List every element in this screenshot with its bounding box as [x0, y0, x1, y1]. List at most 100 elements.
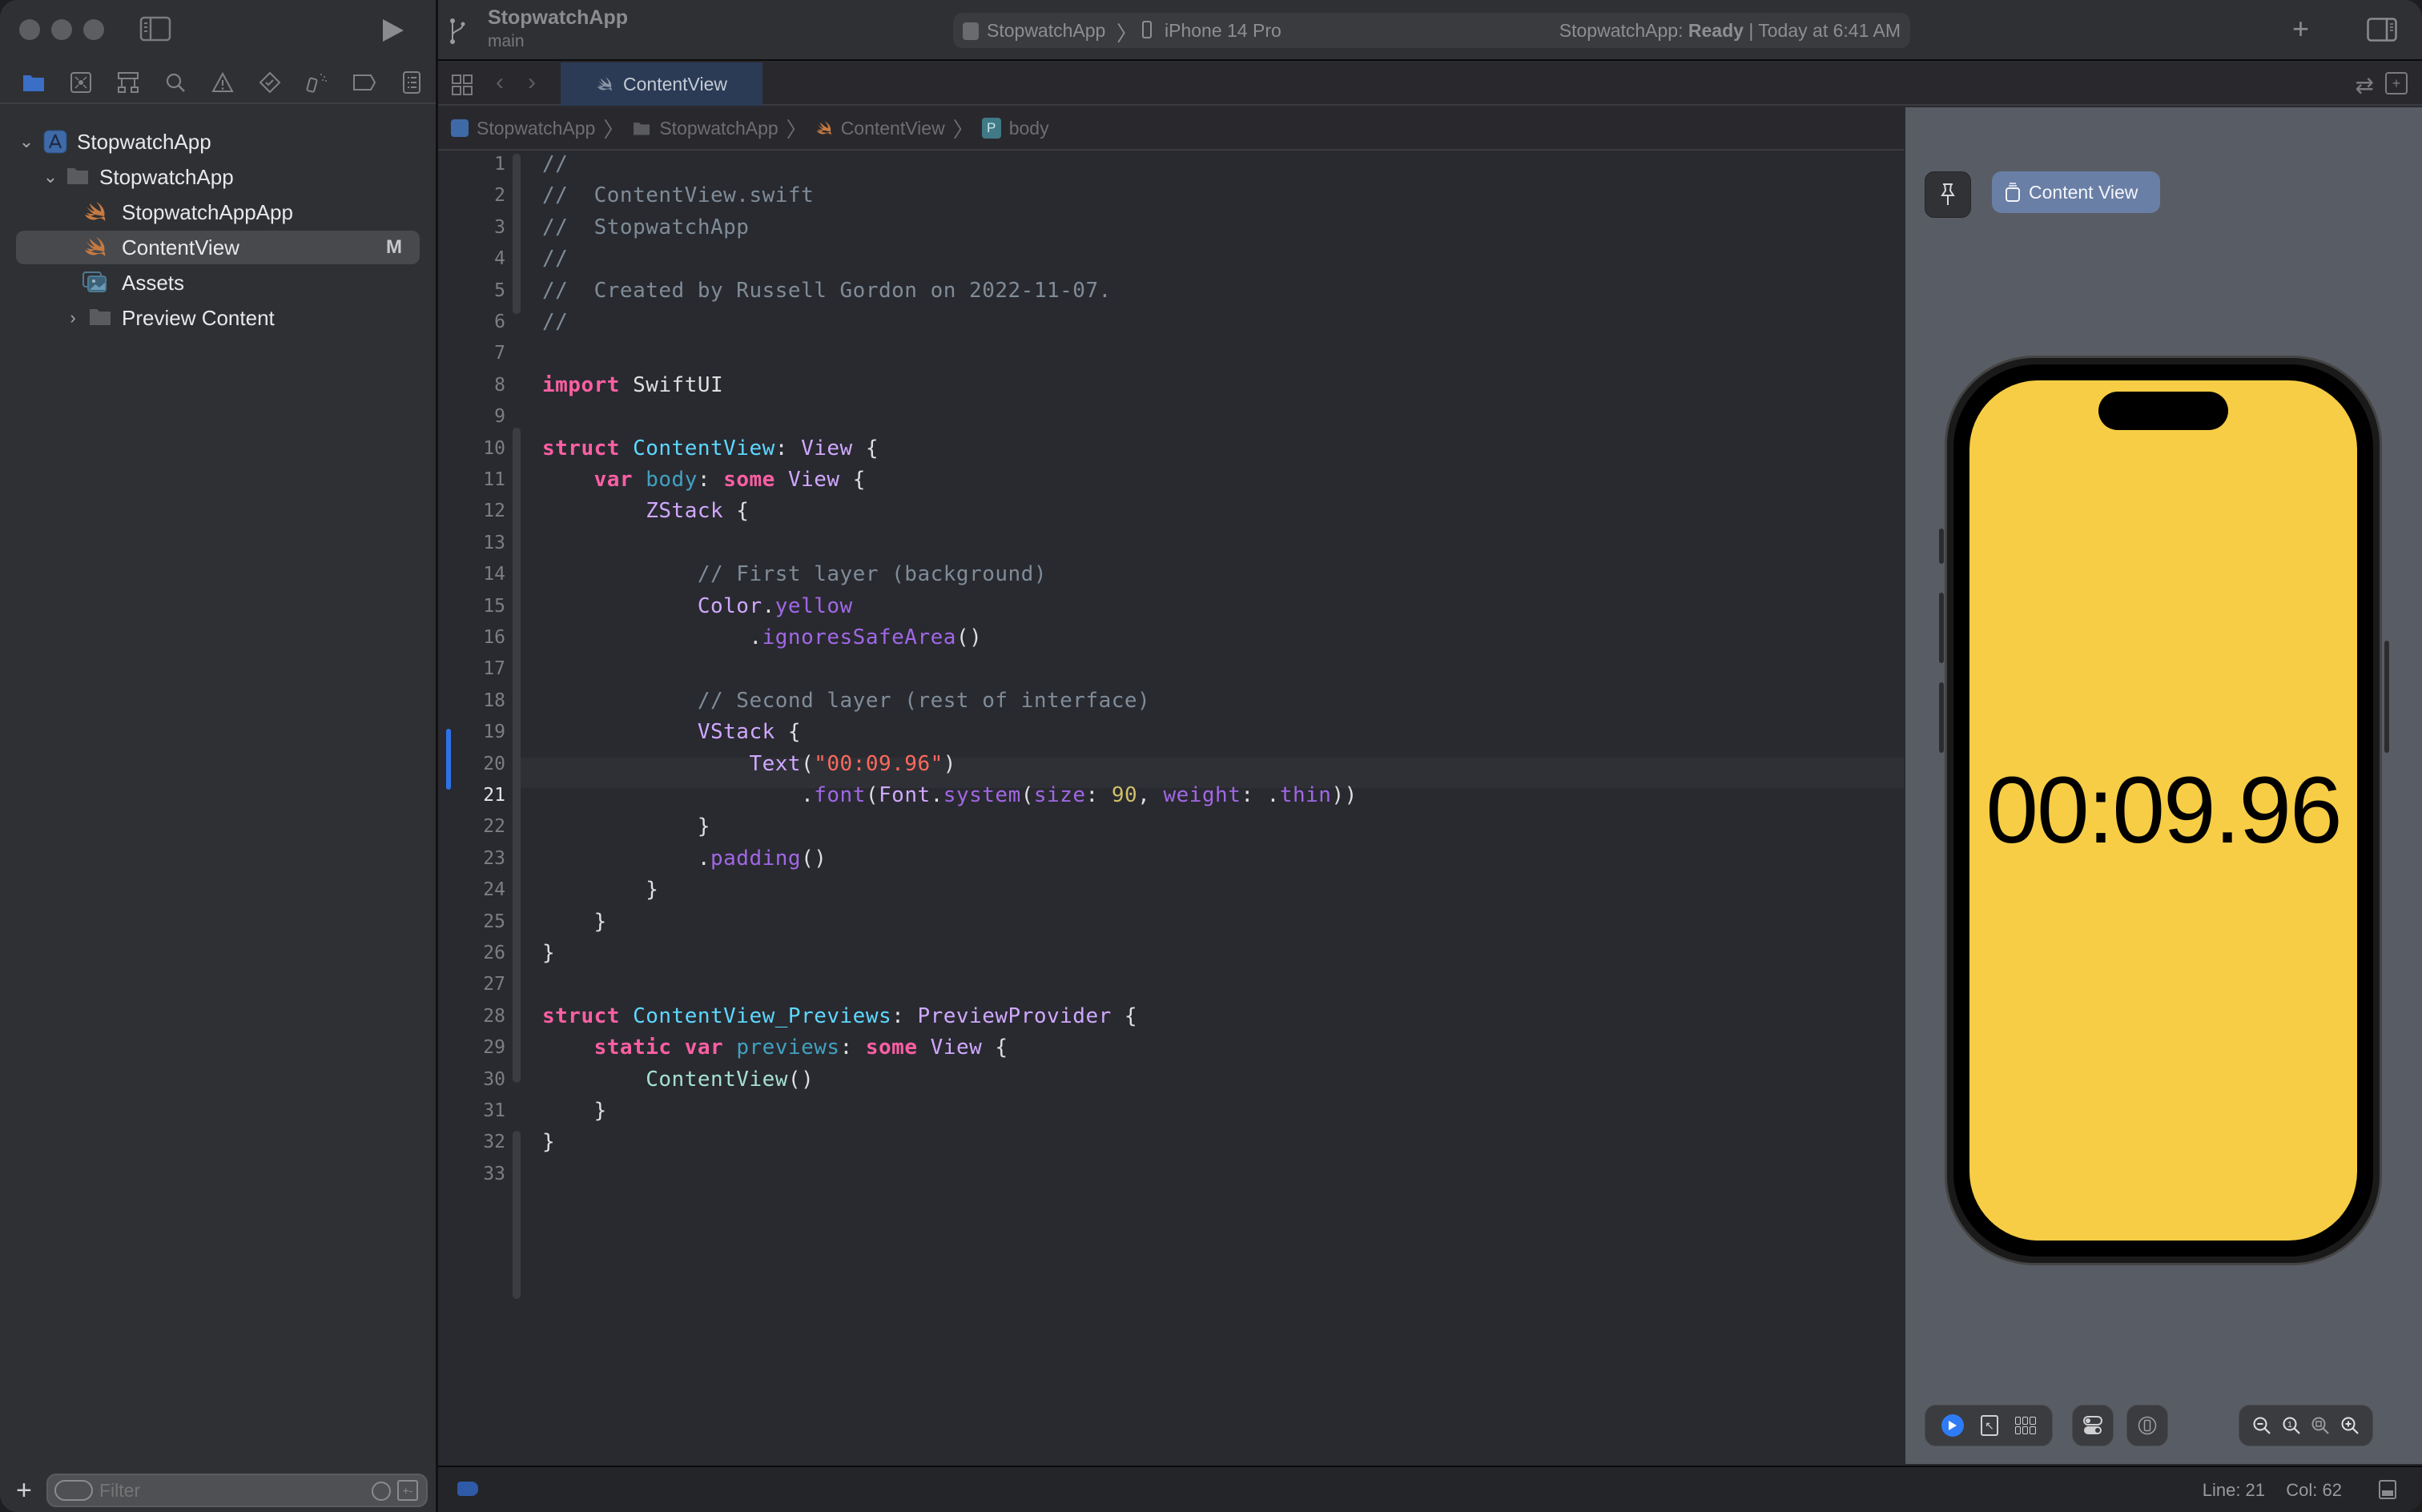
line-number[interactable]: 18 [438, 690, 505, 711]
debug-navigator-icon[interactable] [294, 62, 341, 103]
line-number[interactable]: 30 [438, 1069, 505, 1090]
zoom-in-icon[interactable] [2340, 1416, 2360, 1435]
line-number[interactable]: 27 [438, 974, 505, 995]
code-fold-ribbon[interactable] [513, 1131, 521, 1299]
filter-options-icon[interactable] [54, 1480, 93, 1501]
code-line[interactable]: import SwiftUI [542, 373, 723, 397]
library-add-button[interactable]: + [2292, 14, 2309, 43]
chevron-down-icon[interactable]: ⌄ [42, 167, 59, 187]
test-navigator-icon[interactable] [247, 62, 294, 103]
line-number[interactable]: 8 [438, 375, 505, 396]
line-number[interactable]: 28 [438, 1006, 505, 1027]
back-button[interactable]: ‹ [496, 69, 504, 96]
chevron-right-icon[interactable]: › [64, 308, 82, 328]
tab-contentview[interactable]: ContentView [561, 62, 762, 106]
code-line[interactable]: ZStack { [542, 499, 749, 523]
code-line[interactable]: // [542, 310, 568, 334]
run-button[interactable] [381, 18, 405, 43]
tree-item-project[interactable]: ⌄ StopwatchApp [16, 125, 420, 159]
code-fold-ribbon[interactable] [513, 154, 521, 314]
code-line[interactable]: } [542, 814, 710, 838]
jump-bar-symbol[interactable]: P body [981, 118, 1049, 139]
jump-bar-group[interactable]: StopwatchApp [632, 118, 778, 139]
variants-button[interactable] [2014, 1417, 2036, 1434]
code-line[interactable]: Text("00:09.96") [542, 752, 956, 776]
line-number[interactable]: 21 [438, 785, 505, 806]
source-control-filter-icon[interactable]: +- [397, 1480, 418, 1501]
source-editor[interactable]: 1 2 3 4 5 6 7 8 9 10 11 12 13 14 15 16 17 18 19 20 21 22 23 24 2… [438, 151, 1904, 1464]
code-line[interactable]: // StopwatchApp [542, 215, 749, 239]
line-number[interactable]: 17 [438, 658, 505, 679]
close-window-button[interactable] [19, 19, 40, 40]
code-line[interactable]: .padding() [542, 846, 827, 871]
debug-area-breakpoint-icon[interactable] [457, 1482, 478, 1496]
chevron-down-icon[interactable]: ⌄ [18, 131, 35, 151]
branch-name[interactable]: main [488, 32, 525, 51]
line-number[interactable]: 15 [438, 596, 505, 617]
add-editor-icon[interactable]: + [2385, 72, 2408, 94]
line-number[interactable]: 24 [438, 879, 505, 900]
symbol-navigator-icon[interactable] [104, 62, 151, 103]
code-line[interactable]: VStack { [542, 720, 801, 744]
line-number[interactable]: 22 [438, 816, 505, 837]
code-line[interactable]: // First layer (background) [542, 562, 1047, 586]
device-screen[interactable]: 00:09.96 [1969, 380, 2357, 1241]
selectable-mode-button[interactable]: ↖ [1980, 1415, 1998, 1436]
tree-item-file[interactable]: StopwatchAppApp [16, 195, 420, 229]
destination-selector[interactable]: iPhone 14 Pro [1165, 20, 1281, 42]
line-number[interactable]: 33 [438, 1164, 505, 1184]
report-navigator-icon[interactable] [388, 62, 436, 103]
code-line[interactable]: // ContentView.swift [542, 183, 814, 207]
toggle-navigator-icon[interactable] [139, 16, 171, 42]
tree-item-group[interactable]: ⌄ StopwatchApp [16, 160, 420, 194]
content-view-preview-button[interactable]: Content View [1992, 171, 2160, 213]
scheme-selector[interactable]: StopwatchApp [987, 20, 1105, 42]
recent-files-icon[interactable] [372, 1482, 391, 1501]
tree-item-group[interactable]: › Preview Content [16, 301, 420, 335]
tree-item-file-selected[interactable]: ContentView M [16, 231, 420, 264]
breakpoint-navigator-icon[interactable] [341, 62, 388, 103]
zoom-to-fit-icon[interactable] [2311, 1416, 2330, 1435]
editor-options-icon[interactable]: ⇄ [2356, 72, 2374, 99]
minimize-window-button[interactable] [51, 19, 72, 40]
line-number[interactable]: 20 [438, 754, 505, 774]
line-number[interactable]: 7 [438, 343, 505, 364]
line-number[interactable]: 2 [438, 185, 505, 206]
code-line[interactable]: var body: some View { [542, 468, 866, 492]
filter-input[interactable] [99, 1478, 340, 1502]
line-number[interactable]: 31 [438, 1100, 505, 1121]
line-number[interactable]: 16 [438, 627, 505, 648]
line-number[interactable]: 5 [438, 280, 505, 301]
project-navigator-icon[interactable] [10, 62, 57, 103]
zoom-actual-size-icon[interactable]: 1 [2282, 1416, 2301, 1435]
code-line[interactable]: // Second layer (rest of interface) [542, 689, 1150, 713]
jump-bar-project[interactable]: StopwatchApp [451, 118, 595, 139]
line-number[interactable]: 29 [438, 1037, 505, 1058]
line-number[interactable]: 11 [438, 469, 505, 490]
forward-button[interactable]: › [528, 69, 536, 96]
line-number[interactable]: 6 [438, 312, 505, 332]
code-line[interactable]: Color.yellow [542, 594, 853, 618]
device-settings-button[interactable] [2072, 1405, 2114, 1446]
source-control-icon[interactable] [57, 62, 104, 103]
code-fold-ribbon[interactable] [513, 428, 521, 1083]
code-line[interactable]: struct ContentView_Previews: PreviewProv… [542, 1004, 1137, 1028]
zoom-window-button[interactable] [83, 19, 104, 40]
line-number[interactable]: 26 [438, 943, 505, 963]
code-line[interactable]: } [542, 1130, 555, 1154]
tree-item-assets[interactable]: Assets [16, 266, 420, 300]
line-number[interactable]: 14 [438, 564, 505, 585]
code-line[interactable]: static var previews: some View { [542, 1035, 1008, 1060]
issue-navigator-icon[interactable] [199, 62, 246, 103]
pin-preview-button[interactable] [1925, 171, 1971, 218]
toggle-inspector-icon[interactable] [2367, 18, 2397, 42]
line-number[interactable]: 25 [438, 911, 505, 932]
line-number[interactable]: 10 [438, 438, 505, 459]
code-line[interactable]: .ignoresSafeArea() [542, 625, 982, 649]
line-number[interactable]: 12 [438, 501, 505, 521]
toggle-debug-area-icon[interactable] [2379, 1480, 2396, 1499]
code-line[interactable]: } [542, 1099, 607, 1123]
code-line[interactable]: .font(Font.system(size: 90, weight: .thi… [542, 783, 1358, 807]
line-number[interactable]: 32 [438, 1132, 505, 1152]
line-number[interactable]: 4 [438, 248, 505, 269]
